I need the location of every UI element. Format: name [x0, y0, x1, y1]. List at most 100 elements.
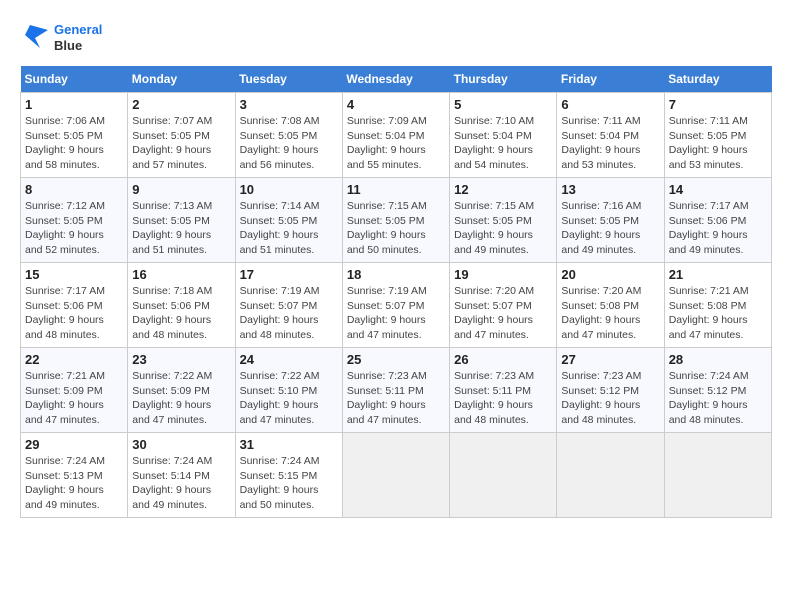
day-number: 1: [25, 97, 123, 112]
calendar-header-row: SundayMondayTuesdayWednesdayThursdayFrid…: [21, 66, 772, 93]
calendar-cell-day-4: 4 Sunrise: 7:09 AM Sunset: 5:04 PM Dayli…: [342, 93, 449, 178]
day-number: 26: [454, 352, 552, 367]
calendar-cell-day-14: 14 Sunrise: 7:17 AM Sunset: 5:06 PM Dayl…: [664, 178, 771, 263]
empty-cell: [664, 433, 771, 518]
calendar-cell-day-30: 30 Sunrise: 7:24 AM Sunset: 5:14 PM Dayl…: [128, 433, 235, 518]
day-number: 30: [132, 437, 230, 452]
day-info: Sunrise: 7:21 AM Sunset: 5:09 PM Dayligh…: [25, 369, 123, 428]
col-header-saturday: Saturday: [664, 66, 771, 93]
calendar-cell-day-16: 16 Sunrise: 7:18 AM Sunset: 5:06 PM Dayl…: [128, 263, 235, 348]
day-number: 27: [561, 352, 659, 367]
day-info: Sunrise: 7:15 AM Sunset: 5:05 PM Dayligh…: [347, 199, 445, 258]
calendar-cell-day-19: 19 Sunrise: 7:20 AM Sunset: 5:07 PM Dayl…: [450, 263, 557, 348]
col-header-wednesday: Wednesday: [342, 66, 449, 93]
day-number: 2: [132, 97, 230, 112]
calendar-cell-day-2: 2 Sunrise: 7:07 AM Sunset: 5:05 PM Dayli…: [128, 93, 235, 178]
logo-text: General Blue: [54, 22, 102, 53]
day-info: Sunrise: 7:23 AM Sunset: 5:12 PM Dayligh…: [561, 369, 659, 428]
day-number: 3: [240, 97, 338, 112]
calendar-cell-day-23: 23 Sunrise: 7:22 AM Sunset: 5:09 PM Dayl…: [128, 348, 235, 433]
calendar-cell-day-20: 20 Sunrise: 7:20 AM Sunset: 5:08 PM Dayl…: [557, 263, 664, 348]
day-number: 14: [669, 182, 767, 197]
calendar-cell-day-22: 22 Sunrise: 7:21 AM Sunset: 5:09 PM Dayl…: [21, 348, 128, 433]
calendar-cell-day-31: 31 Sunrise: 7:24 AM Sunset: 5:15 PM Dayl…: [235, 433, 342, 518]
day-info: Sunrise: 7:11 AM Sunset: 5:04 PM Dayligh…: [561, 114, 659, 173]
calendar-cell-day-6: 6 Sunrise: 7:11 AM Sunset: 5:04 PM Dayli…: [557, 93, 664, 178]
calendar-cell-day-8: 8 Sunrise: 7:12 AM Sunset: 5:05 PM Dayli…: [21, 178, 128, 263]
day-info: Sunrise: 7:07 AM Sunset: 5:05 PM Dayligh…: [132, 114, 230, 173]
calendar-week-row: 8 Sunrise: 7:12 AM Sunset: 5:05 PM Dayli…: [21, 178, 772, 263]
day-number: 7: [669, 97, 767, 112]
day-info: Sunrise: 7:18 AM Sunset: 5:06 PM Dayligh…: [132, 284, 230, 343]
day-number: 13: [561, 182, 659, 197]
calendar-cell-day-28: 28 Sunrise: 7:24 AM Sunset: 5:12 PM Dayl…: [664, 348, 771, 433]
day-number: 9: [132, 182, 230, 197]
calendar-cell-day-7: 7 Sunrise: 7:11 AM Sunset: 5:05 PM Dayli…: [664, 93, 771, 178]
logo: General Blue: [20, 20, 102, 56]
day-number: 29: [25, 437, 123, 452]
day-info: Sunrise: 7:09 AM Sunset: 5:04 PM Dayligh…: [347, 114, 445, 173]
day-number: 23: [132, 352, 230, 367]
day-info: Sunrise: 7:20 AM Sunset: 5:08 PM Dayligh…: [561, 284, 659, 343]
day-info: Sunrise: 7:12 AM Sunset: 5:05 PM Dayligh…: [25, 199, 123, 258]
day-info: Sunrise: 7:24 AM Sunset: 5:12 PM Dayligh…: [669, 369, 767, 428]
day-number: 4: [347, 97, 445, 112]
calendar-week-row: 1 Sunrise: 7:06 AM Sunset: 5:05 PM Dayli…: [21, 93, 772, 178]
logo-icon: [20, 20, 50, 56]
calendar-cell-day-27: 27 Sunrise: 7:23 AM Sunset: 5:12 PM Dayl…: [557, 348, 664, 433]
day-number: 21: [669, 267, 767, 282]
day-number: 25: [347, 352, 445, 367]
calendar-cell-day-10: 10 Sunrise: 7:14 AM Sunset: 5:05 PM Dayl…: [235, 178, 342, 263]
empty-cell: [342, 433, 449, 518]
day-info: Sunrise: 7:22 AM Sunset: 5:10 PM Dayligh…: [240, 369, 338, 428]
day-info: Sunrise: 7:15 AM Sunset: 5:05 PM Dayligh…: [454, 199, 552, 258]
calendar-week-row: 15 Sunrise: 7:17 AM Sunset: 5:06 PM Dayl…: [21, 263, 772, 348]
calendar-cell-day-26: 26 Sunrise: 7:23 AM Sunset: 5:11 PM Dayl…: [450, 348, 557, 433]
day-number: 16: [132, 267, 230, 282]
day-number: 8: [25, 182, 123, 197]
day-number: 28: [669, 352, 767, 367]
calendar-cell-day-21: 21 Sunrise: 7:21 AM Sunset: 5:08 PM Dayl…: [664, 263, 771, 348]
header: General Blue: [20, 20, 772, 56]
calendar-cell-day-15: 15 Sunrise: 7:17 AM Sunset: 5:06 PM Dayl…: [21, 263, 128, 348]
day-info: Sunrise: 7:14 AM Sunset: 5:05 PM Dayligh…: [240, 199, 338, 258]
calendar-cell-day-11: 11 Sunrise: 7:15 AM Sunset: 5:05 PM Dayl…: [342, 178, 449, 263]
day-info: Sunrise: 7:22 AM Sunset: 5:09 PM Dayligh…: [132, 369, 230, 428]
calendar-week-row: 22 Sunrise: 7:21 AM Sunset: 5:09 PM Dayl…: [21, 348, 772, 433]
calendar-cell-day-24: 24 Sunrise: 7:22 AM Sunset: 5:10 PM Dayl…: [235, 348, 342, 433]
day-info: Sunrise: 7:06 AM Sunset: 5:05 PM Dayligh…: [25, 114, 123, 173]
day-number: 20: [561, 267, 659, 282]
calendar-cell-day-12: 12 Sunrise: 7:15 AM Sunset: 5:05 PM Dayl…: [450, 178, 557, 263]
day-number: 6: [561, 97, 659, 112]
calendar-table: SundayMondayTuesdayWednesdayThursdayFrid…: [20, 66, 772, 518]
day-info: Sunrise: 7:10 AM Sunset: 5:04 PM Dayligh…: [454, 114, 552, 173]
col-header-thursday: Thursday: [450, 66, 557, 93]
calendar-cell-day-18: 18 Sunrise: 7:19 AM Sunset: 5:07 PM Dayl…: [342, 263, 449, 348]
day-number: 15: [25, 267, 123, 282]
day-info: Sunrise: 7:24 AM Sunset: 5:14 PM Dayligh…: [132, 454, 230, 513]
day-info: Sunrise: 7:24 AM Sunset: 5:15 PM Dayligh…: [240, 454, 338, 513]
day-info: Sunrise: 7:23 AM Sunset: 5:11 PM Dayligh…: [347, 369, 445, 428]
day-number: 17: [240, 267, 338, 282]
day-info: Sunrise: 7:24 AM Sunset: 5:13 PM Dayligh…: [25, 454, 123, 513]
day-info: Sunrise: 7:16 AM Sunset: 5:05 PM Dayligh…: [561, 199, 659, 258]
calendar-cell-day-17: 17 Sunrise: 7:19 AM Sunset: 5:07 PM Dayl…: [235, 263, 342, 348]
col-header-sunday: Sunday: [21, 66, 128, 93]
day-info: Sunrise: 7:20 AM Sunset: 5:07 PM Dayligh…: [454, 284, 552, 343]
day-number: 24: [240, 352, 338, 367]
day-info: Sunrise: 7:19 AM Sunset: 5:07 PM Dayligh…: [240, 284, 338, 343]
day-info: Sunrise: 7:21 AM Sunset: 5:08 PM Dayligh…: [669, 284, 767, 343]
col-header-friday: Friday: [557, 66, 664, 93]
calendar-cell-day-9: 9 Sunrise: 7:13 AM Sunset: 5:05 PM Dayli…: [128, 178, 235, 263]
day-info: Sunrise: 7:13 AM Sunset: 5:05 PM Dayligh…: [132, 199, 230, 258]
calendar-cell-day-5: 5 Sunrise: 7:10 AM Sunset: 5:04 PM Dayli…: [450, 93, 557, 178]
day-number: 18: [347, 267, 445, 282]
day-number: 12: [454, 182, 552, 197]
empty-cell: [450, 433, 557, 518]
day-number: 5: [454, 97, 552, 112]
day-number: 31: [240, 437, 338, 452]
day-number: 19: [454, 267, 552, 282]
empty-cell: [557, 433, 664, 518]
day-info: Sunrise: 7:08 AM Sunset: 5:05 PM Dayligh…: [240, 114, 338, 173]
calendar-cell-day-1: 1 Sunrise: 7:06 AM Sunset: 5:05 PM Dayli…: [21, 93, 128, 178]
